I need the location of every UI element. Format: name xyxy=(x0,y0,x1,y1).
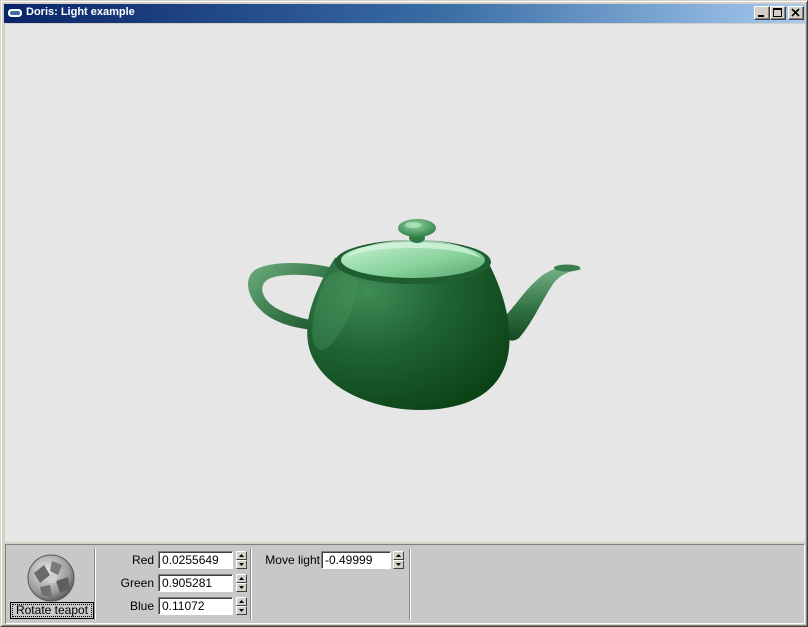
gl-viewport[interactable] xyxy=(5,24,805,542)
green-spin-down[interactable] xyxy=(236,583,247,592)
close-icon xyxy=(791,8,800,17)
move-light-spinner[interactable] xyxy=(393,551,404,569)
move-light-spin-down[interactable] xyxy=(393,560,404,569)
app-icon xyxy=(7,8,23,18)
move-light-field[interactable] xyxy=(321,551,391,569)
green-field[interactable] xyxy=(158,574,233,592)
window-title: Doris: Light example xyxy=(26,6,135,18)
minimize-button[interactable] xyxy=(754,6,770,20)
arrow-down-icon xyxy=(239,609,244,612)
arrow-down-icon xyxy=(239,563,244,566)
maximize-icon xyxy=(773,8,782,17)
red-label: Red xyxy=(131,553,154,567)
panel-divider xyxy=(409,549,411,620)
red-spinner[interactable] xyxy=(236,551,247,569)
panel-divider xyxy=(250,549,252,620)
arrow-up-icon xyxy=(396,554,401,557)
arrow-up-icon xyxy=(239,600,244,603)
red-spin-up[interactable] xyxy=(236,551,247,560)
close-button[interactable] xyxy=(788,6,804,20)
red-spin-down[interactable] xyxy=(236,560,247,569)
green-spinner[interactable] xyxy=(236,574,247,592)
control-panel: Rotate teapot Red Green Blue xyxy=(5,544,805,624)
maximize-button[interactable] xyxy=(770,6,786,20)
blue-field[interactable] xyxy=(158,597,233,615)
minimize-icon xyxy=(758,15,764,17)
trackball-icon[interactable] xyxy=(26,553,76,603)
title-bar[interactable]: Doris: Light example xyxy=(4,4,805,23)
green-spin-up[interactable] xyxy=(236,574,247,583)
blue-spinner[interactable] xyxy=(236,597,247,615)
arrow-down-icon xyxy=(239,586,244,589)
arrow-up-icon xyxy=(239,577,244,580)
move-light-label: Move light xyxy=(265,553,320,567)
teapot-model[interactable] xyxy=(241,210,581,415)
move-light-spin-up[interactable] xyxy=(393,551,404,560)
arrow-up-icon xyxy=(239,554,244,557)
rotate-teapot-button[interactable]: Rotate teapot xyxy=(10,602,94,619)
panel-divider xyxy=(94,549,96,620)
blue-spin-down[interactable] xyxy=(236,606,247,615)
arrow-down-icon xyxy=(396,563,401,566)
green-label: Green xyxy=(120,576,154,590)
app-window: Doris: Light example Rotate teapot Red 0… xyxy=(0,0,808,627)
blue-label: Blue xyxy=(129,599,154,613)
blue-spin-up[interactable] xyxy=(236,597,247,606)
red-field[interactable] xyxy=(158,551,233,569)
